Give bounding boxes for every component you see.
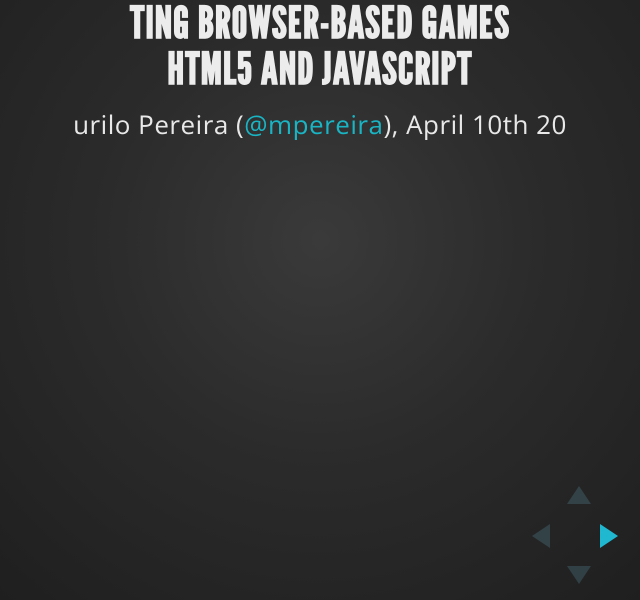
navigation-controls <box>520 480 630 590</box>
nav-right-icon[interactable] <box>600 524 618 548</box>
byline-suffix: ), April 10th 20 <box>383 106 566 142</box>
byline: urilo Pereira (@mpereira), April 10th 20 <box>0 106 640 142</box>
author-handle-link[interactable]: @mpereira <box>244 106 383 142</box>
byline-prefix: urilo Pereira ( <box>73 106 244 142</box>
nav-left-icon <box>532 524 550 548</box>
title-line-2: HTML5 AND JAVASCRIPT <box>0 46 640 92</box>
nav-up-icon <box>567 486 591 504</box>
nav-down-icon <box>567 566 591 584</box>
title-slide: TING BROWSER-BASED GAMES HTML5 AND JAVAS… <box>0 0 640 600</box>
slide-title: TING BROWSER-BASED GAMES HTML5 AND JAVAS… <box>0 0 640 92</box>
